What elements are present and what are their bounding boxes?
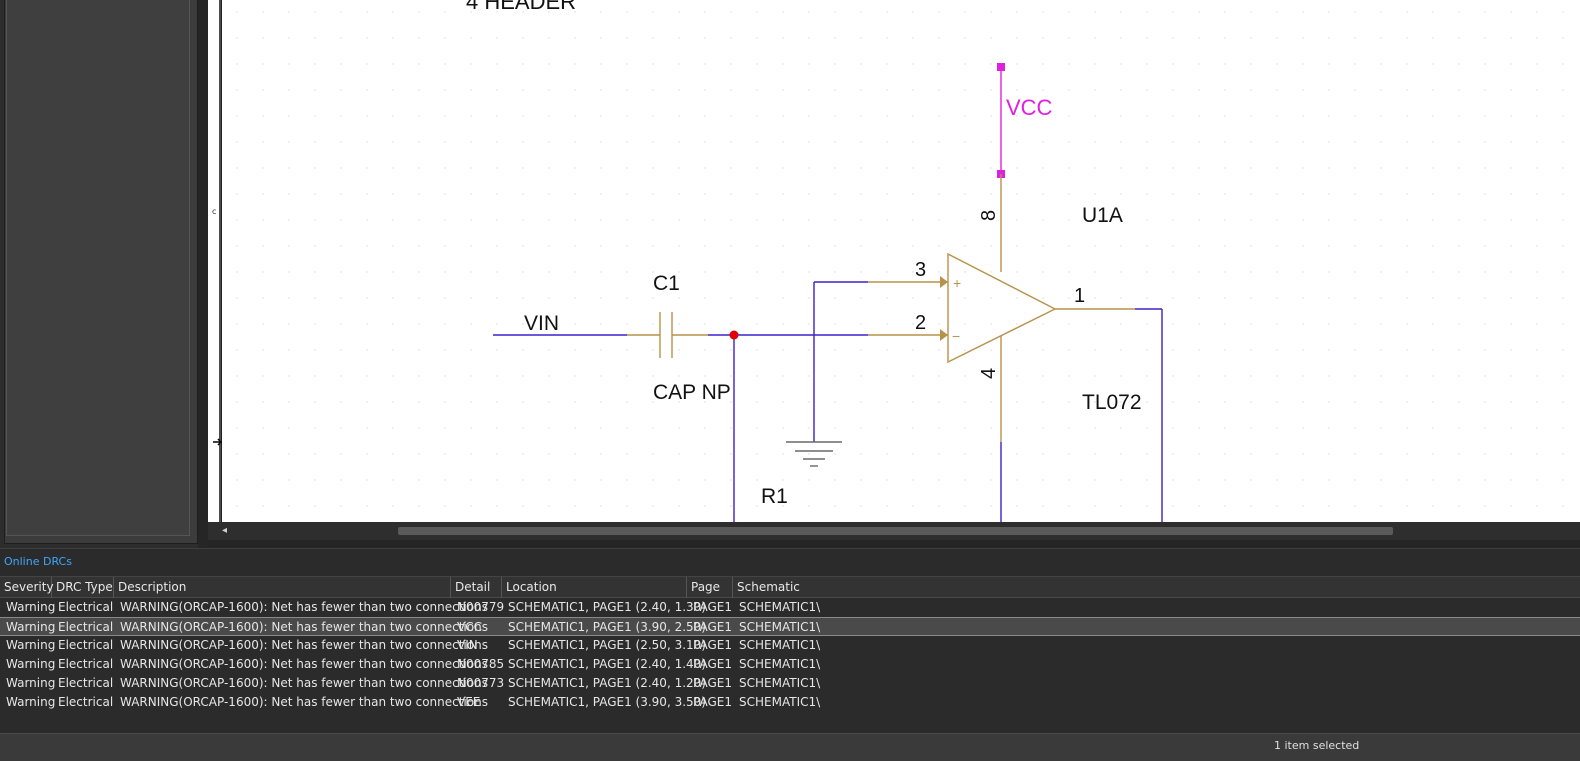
cell-severity: Warning <box>6 638 56 652</box>
table-row[interactable]: Warning Electrical WARNING(ORCAP-1600): Ne… <box>0 636 1580 655</box>
cell-page: PAGE1 <box>693 695 732 709</box>
cell-drc-type: Electrical <box>58 600 114 614</box>
status-bar: 1 item selected <box>0 733 1580 761</box>
opamp-part-label[interactable]: TL072 <box>1082 391 1142 414</box>
table-row[interactable]: Warning Electrical WARNING(ORCAP-1600): Ne… <box>0 674 1580 693</box>
cell-location: SCHEMATIC1, PAGE1 (2.40, 1.40) <box>508 657 706 671</box>
cell-detail: N00779 <box>457 600 505 614</box>
pin-8-label: 8 <box>978 210 1000 221</box>
cell-severity: Warning <box>6 695 56 709</box>
drc-table-body: Warning Electrical WARNING(ORCAP-1600): Ne… <box>0 598 1580 712</box>
cell-schematic: SCHEMATIC1\ <box>739 695 821 709</box>
cell-page: PAGE1 <box>693 638 732 652</box>
col-description[interactable]: Description <box>114 577 451 598</box>
cell-location: SCHEMATIC1, PAGE1 (2.50, 3.10) <box>508 638 706 652</box>
table-row[interactable]: Warning Electrical WARNING(ORCAP-1600): Ne… <box>0 598 1580 617</box>
cell-page: PAGE1 <box>693 676 732 690</box>
cell-page: PAGE1 <box>693 600 732 614</box>
cell-detail: VCC <box>457 620 482 634</box>
col-severity[interactable]: Severity <box>0 577 54 598</box>
table-row[interactable]: Warning Electrical WARNING(ORCAP-1600): Ne… <box>0 693 1580 712</box>
cell-severity: Warning <box>6 657 56 671</box>
cell-drc-type: Electrical <box>58 620 114 634</box>
inverting-sign: − <box>952 328 960 344</box>
scrollbar-thumb[interactable] <box>398 527 1393 535</box>
table-row[interactable]: Warning Electrical WARNING(ORCAP-1600): Ne… <box>0 617 1580 636</box>
cell-drc-type: Electrical <box>58 676 114 690</box>
opamp-ref-label[interactable]: U1A <box>1082 204 1123 227</box>
cap-part-label[interactable]: CAP NP <box>653 381 731 404</box>
cell-description: WARNING(ORCAP-1600): Net has fewer than … <box>120 676 488 690</box>
cell-location: SCHEMATIC1, PAGE1 (2.40, 1.30) <box>508 600 706 614</box>
cell-location: SCHEMATIC1, PAGE1 (3.90, 3.50) <box>508 695 706 709</box>
schematic-drawing[interactable]: c 4 HEADER VCC U1A TL072 8 3 2 1 4 + − C… <box>0 0 1580 522</box>
cell-schematic: SCHEMATIC1\ <box>739 638 821 652</box>
col-drc-type[interactable]: DRC Type <box>52 577 114 598</box>
cell-drc-type: Electrical <box>58 638 114 652</box>
vin-net-label[interactable]: VIN <box>524 312 559 335</box>
resistor-ref-label[interactable]: R1 <box>761 485 788 508</box>
cell-page: PAGE1 <box>693 657 732 671</box>
cap-ref-label[interactable]: C1 <box>653 272 680 295</box>
selection-status: 1 item selected <box>1274 739 1360 752</box>
cell-drc-type: Electrical <box>58 695 114 709</box>
cell-schematic: SCHEMATIC1\ <box>739 657 821 671</box>
cell-detail: VEE <box>457 695 481 709</box>
cell-schematic: SCHEMATIC1\ <box>739 600 821 614</box>
table-row[interactable]: Warning Electrical WARNING(ORCAP-1600): Ne… <box>0 655 1580 674</box>
noninverting-sign: + <box>953 275 961 291</box>
junction-dot[interactable] <box>729 330 739 340</box>
cell-detail: N00773 <box>457 676 505 690</box>
cell-description: WARNING(ORCAP-1600): Net has fewer than … <box>120 657 488 671</box>
ruler-mark-c: c <box>212 207 216 216</box>
col-detail[interactable]: Detail <box>451 577 502 598</box>
cell-description: WARNING(ORCAP-1600): Net has fewer than … <box>120 620 488 634</box>
pin-2-label: 2 <box>915 312 926 334</box>
app-window: c 4 HEADER VCC U1A TL072 8 3 2 1 4 + − C… <box>0 0 1580 761</box>
drc-table-header: Severity DRC Type Description Detail Loc… <box>0 576 1580 598</box>
cell-detail: VIN <box>457 638 478 652</box>
col-schematic[interactable]: Schematic <box>733 577 1580 598</box>
grid-dots <box>223 0 1580 522</box>
cell-severity: Warning <box>6 620 56 634</box>
pin-3-label: 3 <box>915 259 926 281</box>
canvas-bottom-gap <box>208 540 1580 548</box>
cell-location: SCHEMATIC1, PAGE1 (3.90, 2.50) <box>508 620 706 634</box>
online-drcs-panel: Online DRCs Severity DRC Type Descriptio… <box>0 548 1580 733</box>
vcc-label[interactable]: VCC <box>1006 95 1053 120</box>
cell-schematic: SCHEMATIC1\ <box>739 676 821 690</box>
cell-description: WARNING(ORCAP-1600): Net has fewer than … <box>120 638 488 652</box>
cell-drc-type: Electrical <box>58 657 114 671</box>
pin-1-label: 1 <box>1074 285 1085 307</box>
horizontal-scrollbar[interactable]: ◂ <box>208 522 1580 540</box>
cell-severity: Warning <box>6 600 56 614</box>
cell-page: PAGE1 <box>693 620 732 634</box>
vcc-handle-top[interactable] <box>997 63 1005 71</box>
drc-panel-title[interactable]: Online DRCs <box>4 555 72 568</box>
col-page[interactable]: Page <box>687 577 733 598</box>
scroll-left-icon[interactable]: ◂ <box>222 525 232 537</box>
cell-severity: Warning <box>6 676 56 690</box>
cell-detail: N00785 <box>457 657 505 671</box>
header-label[interactable]: 4 HEADER <box>466 0 576 14</box>
cell-schematic: SCHEMATIC1\ <box>739 620 821 634</box>
pin-4-label: 4 <box>978 368 1000 379</box>
col-location[interactable]: Location <box>502 577 687 598</box>
cell-location: SCHEMATIC1, PAGE1 (2.40, 1.20) <box>508 676 706 690</box>
cell-description: WARNING(ORCAP-1600): Net has fewer than … <box>120 600 488 614</box>
drc-table: Severity DRC Type Description Detail Loc… <box>0 576 1580 712</box>
cell-description: WARNING(ORCAP-1600): Net has fewer than … <box>120 695 488 709</box>
